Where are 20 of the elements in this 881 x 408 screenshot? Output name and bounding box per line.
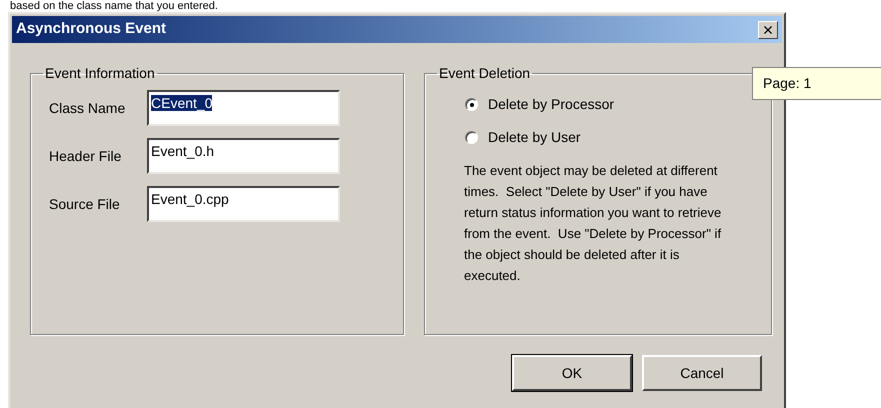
field-label: Source File (49, 194, 121, 214)
field-value: CEvent_0 (151, 95, 212, 111)
description-text: The event object may be deleted at different times. Select "Delete by User" if you have return status information you want to retrieve from the event. Use "Delete by Processor" if the object should be deleted after it is executed. (464, 162, 722, 285)
page-tooltip: Page: 1 (752, 67, 881, 100)
field-label: Class Name (49, 98, 126, 118)
text-field[interactable]: Event_0.cpp (147, 186, 340, 222)
field-value: Event_0.cpp (151, 191, 229, 207)
group-title: Event Deletion (438, 64, 532, 83)
radio-option[interactable]: Delete by User (465, 127, 581, 148)
text-field[interactable]: CEvent_0 (147, 90, 340, 126)
dialog-button[interactable]: OK (512, 355, 632, 391)
field-label: Header File (49, 146, 122, 166)
group-title: Event Information (44, 64, 156, 83)
close-button[interactable]: × (758, 20, 778, 38)
window-title: Asynchronous Event (16, 19, 166, 40)
radio-option[interactable]: Delete by Processor (465, 94, 614, 115)
background-text: based on the class name that you entered. (10, 0, 218, 12)
text-field[interactable]: Event_0.h (147, 138, 340, 174)
dialog-button[interactable]: Cancel (642, 355, 762, 391)
field-value: Event_0.h (151, 143, 214, 159)
